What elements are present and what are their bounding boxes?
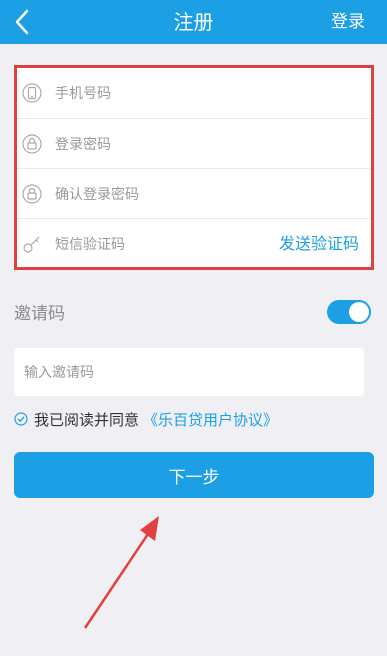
checkbox-icon[interactable] (14, 412, 28, 426)
invite-code-row: 邀请码 (14, 293, 373, 329)
send-code-button[interactable]: 发送验证码 (279, 219, 359, 269)
invite-code-input[interactable]: 输入邀请码 (14, 348, 364, 396)
back-icon (15, 9, 29, 35)
sms-code-placeholder: 短信验证码 (55, 237, 125, 253)
lock-icon (21, 183, 43, 205)
invite-code-placeholder: 输入邀请码 (24, 365, 94, 381)
toggle-knob (349, 302, 369, 322)
password-field[interactable]: 登录密码 (17, 118, 371, 169)
invite-code-label: 邀请码 (14, 303, 65, 324)
confirm-password-placeholder: 确认登录密码 (55, 187, 139, 203)
page-title: 注册 (173, 10, 214, 34)
top-bar: 注册 登录 (0, 0, 387, 44)
confirm-password-field[interactable]: 确认登录密码 (17, 168, 371, 219)
agreement-link[interactable]: 《乐百贷用户协议》 (143, 409, 278, 430)
phone-icon (21, 82, 43, 104)
phone-field[interactable]: 手机号码 (17, 68, 371, 118)
registration-form: 手机号码 登录密码 确认登录密码 短信验证码 发送验证码 (14, 65, 374, 270)
phone-placeholder: 手机号码 (55, 86, 111, 102)
back-button[interactable] (8, 8, 36, 36)
lock-icon (21, 133, 43, 155)
next-step-button[interactable]: 下一步 (14, 452, 374, 498)
agreement-row: 我已阅读并同意 《乐百贷用户协议》 (14, 408, 278, 430)
sms-code-field[interactable]: 短信验证码 发送验证码 (17, 218, 371, 269)
invite-code-toggle[interactable] (327, 300, 371, 324)
password-placeholder: 登录密码 (55, 137, 111, 153)
key-icon (21, 233, 43, 255)
login-link[interactable]: 登录 (331, 0, 365, 44)
agreement-text: 我已阅读并同意 (34, 410, 140, 429)
